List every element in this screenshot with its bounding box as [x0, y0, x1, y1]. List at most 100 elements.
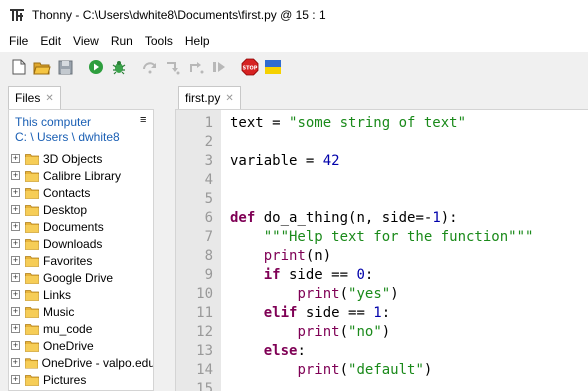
expand-icon[interactable]: + [11, 307, 20, 316]
file-tree-label: Links [43, 287, 72, 302]
menu-file[interactable]: File [0, 30, 34, 52]
folder-icon [25, 340, 39, 352]
code-line[interactable]: 6 def do_a_thing(n, side=-1): [176, 208, 588, 227]
code-line[interactable]: 7 """Help text for the function""" [176, 227, 588, 246]
code-line[interactable]: 2 [176, 132, 588, 151]
file-tree-item[interactable]: + OneDrive - valpo.edu [9, 354, 154, 371]
file-tree-item[interactable]: + Calibre Library [9, 167, 153, 184]
code-line[interactable]: 13 else: [176, 341, 588, 360]
file-tree-item[interactable]: + mu_code [9, 320, 153, 337]
stop-button[interactable]: STOP [241, 58, 259, 76]
file-tree-item[interactable]: + Music [9, 303, 153, 320]
file-tree-item[interactable]: + Downloads [9, 235, 153, 252]
file-tree-item[interactable]: + Documents [9, 218, 153, 235]
menu-edit[interactable]: Edit [34, 30, 67, 52]
run-icon [89, 60, 103, 74]
line-number: 5 [204, 190, 213, 207]
code-line[interactable]: 11 elif side == 1: [176, 303, 588, 322]
save-button[interactable] [56, 58, 74, 76]
menu-view[interactable]: View [67, 30, 105, 52]
new-file-button[interactable] [10, 58, 28, 76]
code-line[interactable]: 12 print("no") [176, 322, 588, 341]
code-editor[interactable]: 1 text = "some string of text" 2 3 variable … [175, 109, 588, 391]
file-tree-item[interactable]: +3D Objects [9, 150, 153, 167]
breadcrumb[interactable]: C: \ Users \ dwhite8 [15, 130, 120, 144]
location-title[interactable]: This computer [15, 115, 91, 129]
close-icon[interactable]: ✕ [45, 93, 53, 104]
menu-help[interactable]: Help [179, 30, 216, 52]
resume-button[interactable] [210, 58, 228, 76]
expand-icon[interactable]: + [11, 341, 20, 350]
code-text: elif side == 1: [263, 304, 391, 321]
file-tree-label: OneDrive - valpo.edu [41, 355, 154, 370]
file-tree-label: OneDrive [43, 338, 94, 353]
code-text: else: [263, 342, 306, 359]
file-tree-item[interactable]: + Favorites [9, 252, 153, 269]
expand-icon[interactable]: + [11, 375, 20, 384]
save-icon [58, 60, 72, 74]
expand-icon[interactable]: + [11, 358, 20, 367]
code-line[interactable]: 8 print(n) [176, 246, 588, 265]
ukraine-flag-button[interactable] [264, 58, 282, 76]
expand-icon[interactable]: + [11, 239, 20, 248]
new-file-icon [12, 59, 26, 75]
file-tree-item[interactable]: + Desktop [9, 201, 153, 218]
code-line[interactable]: 9 if side == 0: [176, 265, 588, 284]
code-text: print("no") [297, 323, 391, 340]
folder-icon [25, 221, 39, 233]
folder-icon [25, 187, 39, 199]
step-over-button[interactable] [141, 58, 159, 76]
menu-tools[interactable]: Tools [139, 30, 179, 52]
thonny-logo-icon [10, 9, 24, 21]
run-button[interactable] [87, 58, 105, 76]
expand-icon[interactable]: + [11, 256, 20, 265]
tab-first-py[interactable]: first.py ✕ [178, 86, 241, 109]
expand-icon[interactable]: + [11, 154, 20, 163]
debug-icon [112, 61, 126, 75]
expand-icon[interactable]: + [11, 324, 20, 333]
code-lines: 1 text = "some string of text" 2 3 variable … [176, 113, 588, 391]
file-tree-item[interactable]: + Pictures [9, 371, 153, 388]
code-line[interactable]: 4 [176, 170, 588, 189]
expand-icon[interactable]: + [11, 273, 20, 282]
expand-icon[interactable]: + [11, 222, 20, 231]
file-tree-item[interactable]: + Google Drive [9, 269, 153, 286]
open-file-button[interactable] [33, 58, 51, 76]
code-line[interactable]: 3 variable = 42 [176, 151, 588, 170]
step-into-button[interactable] [164, 58, 182, 76]
code-line[interactable]: 10 print("yes") [176, 284, 588, 303]
code-text: print(n) [263, 247, 332, 264]
file-tree-item[interactable]: + Links [9, 286, 153, 303]
tab-files[interactable]: Files ✕ [8, 86, 61, 109]
folder-icon [25, 238, 39, 250]
file-tree-item[interactable]: + Contacts [9, 184, 153, 201]
expand-icon[interactable]: + [11, 188, 20, 197]
file-tree-item[interactable]: + OneDrive [9, 337, 153, 354]
hamburger-menu-icon[interactable]: ≡ [140, 114, 146, 126]
file-tree-label: mu_code [43, 321, 93, 336]
expand-icon[interactable]: + [11, 205, 20, 214]
code-line[interactable]: 1 text = "some string of text" [176, 113, 588, 132]
tab-first-py-label: first.py [185, 91, 221, 105]
menu-run[interactable]: Run [105, 30, 139, 52]
file-tree-label: Pictures [43, 372, 87, 387]
debug-button[interactable] [110, 58, 128, 76]
step-into-icon [167, 62, 180, 75]
code-line[interactable]: 15 [176, 379, 588, 391]
expand-icon[interactable]: + [11, 171, 20, 180]
folder-icon [25, 255, 39, 267]
close-icon[interactable]: ✕ [225, 93, 233, 104]
line-number: 7 [204, 228, 213, 245]
code-text: """Help text for the function""" [263, 228, 534, 245]
files-panel: Files ✕ This computer ≡ C: \ Users \ dwh… [0, 82, 155, 391]
expand-icon[interactable]: + [11, 290, 20, 299]
folder-icon [25, 323, 39, 335]
file-tree: +3D Objects + Calibre Library + Contacts + Des… [9, 150, 154, 388]
menu-bar: File Edit View Run Tools Help [0, 30, 588, 52]
line-number: 2 [204, 133, 213, 150]
step-out-button[interactable] [187, 58, 205, 76]
code-line[interactable]: 5 [176, 189, 588, 208]
svg-text:STOP: STOP [243, 66, 258, 72]
code-line[interactable]: 14 print("default") [176, 360, 588, 379]
line-number: 14 [196, 361, 213, 378]
